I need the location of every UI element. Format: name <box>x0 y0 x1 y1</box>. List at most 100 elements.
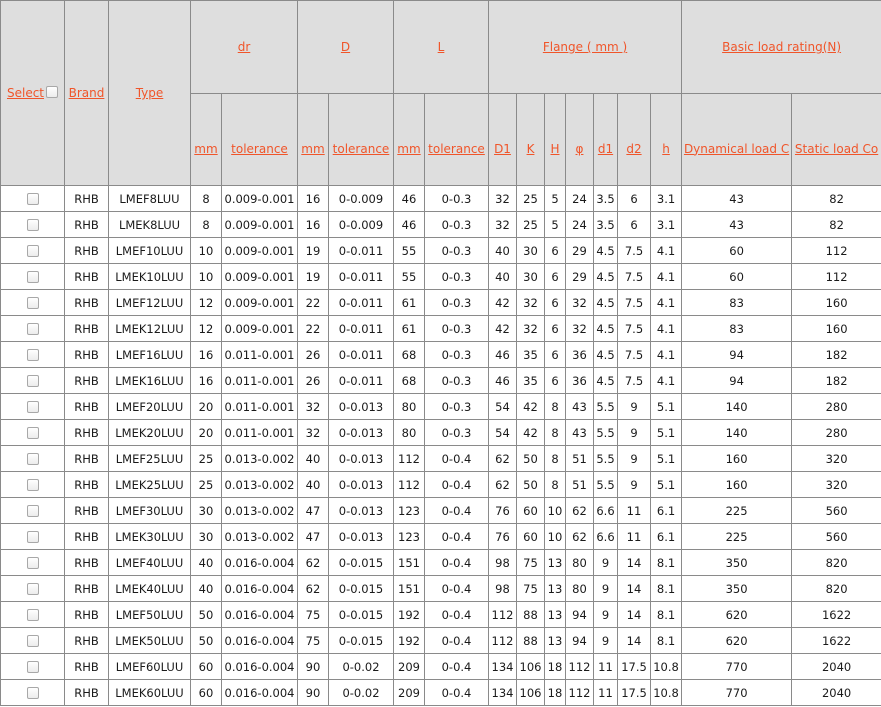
table-cell: RHB <box>64 627 109 654</box>
table-cell: 18 <box>544 653 566 680</box>
type-sort-link[interactable]: Type <box>136 86 164 100</box>
row-checkbox[interactable] <box>26 401 39 413</box>
brand-sort-link[interactable]: Brand <box>69 86 105 100</box>
row-checkbox[interactable] <box>26 609 39 621</box>
row-checkbox[interactable] <box>26 661 39 673</box>
table-cell: 60 <box>681 263 793 290</box>
table-cell: 320 <box>791 471 881 498</box>
table-cell: 36 <box>565 341 594 368</box>
row-checkbox[interactable] <box>26 531 39 543</box>
table-cell: 82 <box>791 211 881 238</box>
table-cell: 192 <box>393 627 425 654</box>
static-load-sort-link[interactable]: Static load Co <box>795 142 878 156</box>
table-cell: 55 <box>393 237 425 264</box>
outer-d-mm-sort-link[interactable]: mm <box>301 142 324 156</box>
dr-tolerance-sort-link[interactable]: tolerance <box>231 142 288 156</box>
flange-h-sort-link[interactable]: h <box>662 142 670 156</box>
row-checkbox[interactable] <box>26 583 39 595</box>
flange-phi-sort-link[interactable]: φ <box>576 142 584 156</box>
select-all-checkbox[interactable] <box>46 86 59 98</box>
row-checkbox[interactable] <box>26 193 39 205</box>
table-cell: 350 <box>681 575 793 602</box>
select-cell <box>0 497 65 524</box>
table-cell: LMEK60LUU <box>108 679 191 706</box>
select-cell <box>0 367 65 394</box>
table-cell: 0.016-0.004 <box>221 575 298 602</box>
row-checkbox[interactable] <box>26 687 39 699</box>
length-sort-link[interactable]: L <box>438 40 445 54</box>
table-cell: 30 <box>516 237 545 264</box>
table-cell: 0-0.009 <box>328 211 394 238</box>
table-cell: 5.1 <box>649 419 683 446</box>
table-cell: 0-0.4 <box>424 497 489 524</box>
row-checkbox[interactable] <box>26 453 39 465</box>
table-cell: 32 <box>565 315 594 342</box>
row-checkbox[interactable] <box>26 297 39 309</box>
table-cell: RHB <box>64 471 109 498</box>
row-checkbox[interactable] <box>26 427 39 439</box>
table-cell: 160 <box>791 289 881 316</box>
table-cell: 12 <box>190 315 222 342</box>
dr-mm-sort-link[interactable]: mm <box>194 142 217 156</box>
row-checkbox[interactable] <box>26 505 39 517</box>
row-checkbox[interactable] <box>26 635 39 647</box>
table-cell: 50 <box>190 601 222 628</box>
flange-d2-sort-link[interactable]: d2 <box>626 142 641 156</box>
table-cell: 209 <box>393 679 425 706</box>
table-cell: 10 <box>190 263 222 290</box>
row-checkbox[interactable] <box>26 219 39 231</box>
table-cell: LMEK40LUU <box>108 575 191 602</box>
dynamical-load-sort-link[interactable]: Dynamical load C <box>684 142 789 156</box>
table-cell: 4.1 <box>649 341 683 368</box>
row-checkbox[interactable] <box>26 375 39 387</box>
row-checkbox[interactable] <box>26 479 39 491</box>
table-cell: 160 <box>681 471 793 498</box>
row-checkbox[interactable] <box>26 349 39 361</box>
table-cell: 3.1 <box>649 185 683 212</box>
basic-load-sort-link[interactable]: Basic load rating(N) <box>722 40 841 54</box>
table-cell: 14 <box>617 575 651 602</box>
row-checkbox[interactable] <box>26 245 39 257</box>
table-cell: 80 <box>565 549 594 576</box>
flange-d1-sort-link[interactable]: D1 <box>494 142 511 156</box>
table-cell: 90 <box>297 679 329 706</box>
table-cell: 0-0.4 <box>424 549 489 576</box>
table-cell: 0.016-0.004 <box>221 627 298 654</box>
table-row: RHB LMEK16LUU 16 0.011-0.001 26 0-0.011 68 0-0.… <box>0 367 881 394</box>
outer-d-tolerance-sort-link[interactable]: tolerance <box>333 142 390 156</box>
table-cell: 90 <box>297 653 329 680</box>
table-cell: 0.011-0.001 <box>221 367 298 394</box>
table-cell: 112 <box>791 263 881 290</box>
table-cell: 0-0.02 <box>328 679 394 706</box>
table-cell: 820 <box>791 575 881 602</box>
flange-h-thickness-sort-link[interactable]: H <box>550 142 559 156</box>
table-cell: 0-0.3 <box>424 315 489 342</box>
table-cell: 13 <box>544 627 566 654</box>
row-checkbox[interactable] <box>26 323 39 335</box>
table-cell: 0.009-0.001 <box>221 289 298 316</box>
table-cell: 22 <box>297 315 329 342</box>
table-cell: 46 <box>488 367 517 394</box>
dr-sort-link[interactable]: dr <box>238 40 251 54</box>
flange-d1-hole-sort-link[interactable]: d1 <box>598 142 613 156</box>
table-cell: 5.5 <box>593 445 618 472</box>
table-cell: 4.1 <box>649 289 683 316</box>
table-cell: 9 <box>617 445 651 472</box>
row-checkbox[interactable] <box>26 557 39 569</box>
select-sort-link[interactable]: Select <box>7 86 44 100</box>
table-cell: 151 <box>393 575 425 602</box>
outer-d-sort-link[interactable]: D <box>341 40 350 54</box>
table-cell: 16 <box>190 341 222 368</box>
table-cell: 88 <box>516 601 545 628</box>
table-cell: 11 <box>593 679 618 706</box>
table-cell: 9 <box>593 575 618 602</box>
table-cell: 0.013-0.002 <box>221 445 298 472</box>
table-cell: LMEF50LUU <box>108 601 191 628</box>
flange-k-sort-link[interactable]: K <box>527 142 535 156</box>
length-mm-sort-link[interactable]: mm <box>397 142 420 156</box>
length-tolerance-sort-link[interactable]: tolerance <box>428 142 485 156</box>
flange-sort-link[interactable]: Flange ( mm ) <box>543 40 627 54</box>
table-cell: 42 <box>516 419 545 446</box>
table-cell: 151 <box>393 549 425 576</box>
row-checkbox[interactable] <box>26 271 39 283</box>
